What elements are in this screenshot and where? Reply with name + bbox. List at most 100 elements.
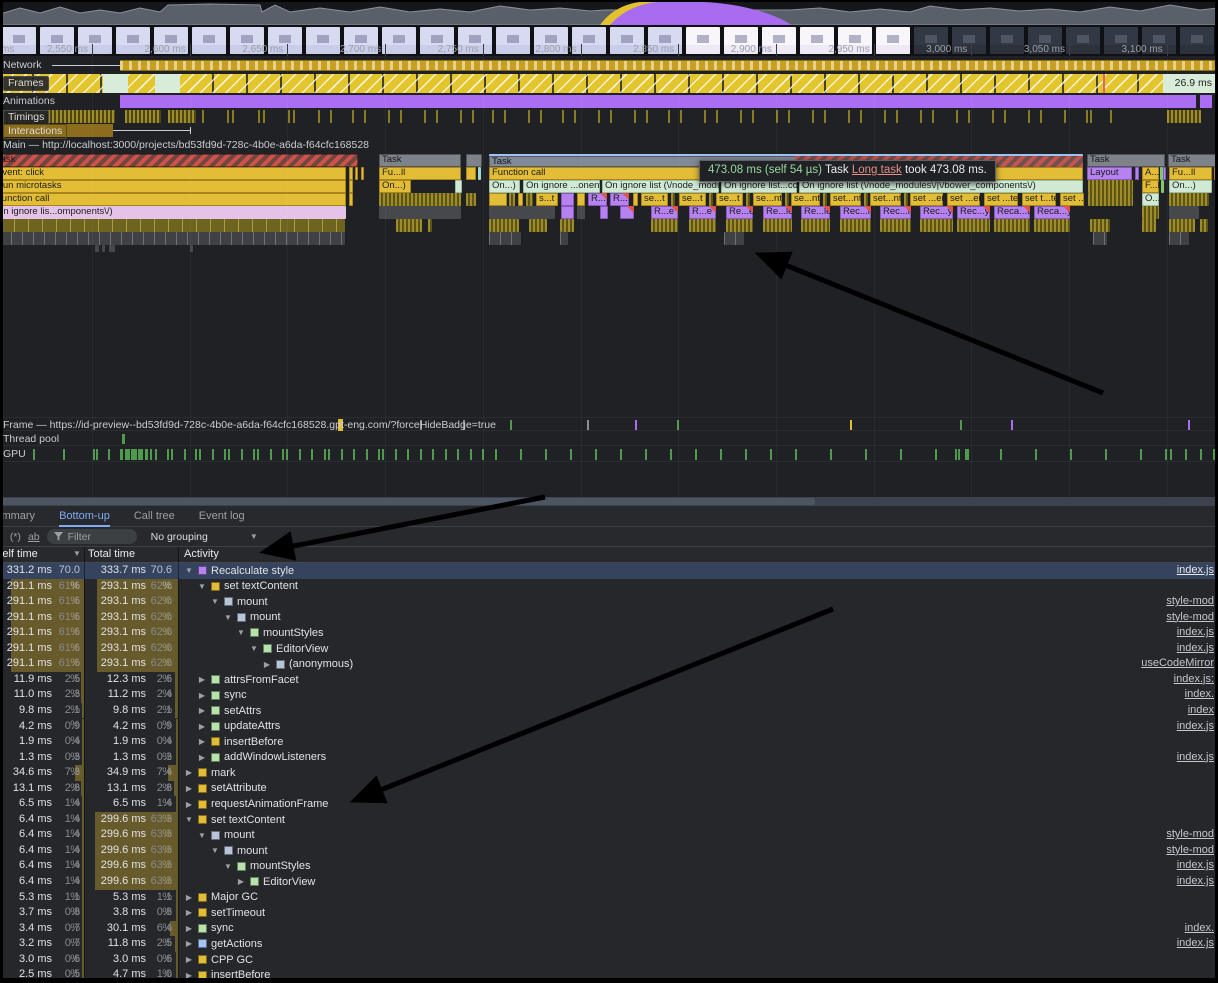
table-row[interactable]: 291.1 ms61.6 %293.1 ms62.0 %▼EditorViewi…: [0, 641, 1218, 657]
tab-summary[interactable]: Summary: [0, 506, 35, 527]
chevron-down-icon[interactable]: ▼: [250, 532, 258, 541]
expand-icon[interactable]: ▶: [197, 722, 207, 731]
flame-event-sliver[interactable]: [560, 219, 574, 232]
flame-event-sliver[interactable]: [1142, 206, 1159, 219]
flame-event[interactable]: Rec...yle: [920, 206, 953, 219]
activity-label[interactable]: insertBefore: [224, 736, 283, 748]
flame-event-sliver[interactable]: [880, 219, 911, 232]
flame-event-sliver[interactable]: [1169, 193, 1209, 206]
table-row[interactable]: 5.3 ms1.1 %5.3 ms1.1 %▶Major GC: [0, 890, 1218, 906]
regex-icon[interactable]: (*): [10, 531, 21, 543]
source-location-link[interactable]: index.js: [1177, 874, 1214, 890]
source-location-link[interactable]: style-mod: [1166, 843, 1214, 859]
activity-cell[interactable]: ▼mount: [210, 843, 268, 859]
flame-event-sliver[interactable]: [95, 245, 99, 252]
flame-event-sliver[interactable]: [1200, 219, 1208, 232]
activity-cell[interactable]: ▼mountStyles: [236, 625, 324, 641]
flame-event[interactable]: s...t: [536, 193, 558, 206]
table-row[interactable]: 6.4 ms1.4 %299.6 ms63.3 %▼set textConten…: [0, 812, 1218, 828]
flame-event[interactable]: set ...tent: [1060, 193, 1084, 206]
flame-event[interactable]: On...): [489, 180, 520, 193]
flame-event[interactable]: Rec...le: [840, 206, 871, 219]
activity-label[interactable]: EditorView: [263, 876, 315, 888]
flame-event-sliver[interactable]: [724, 232, 744, 245]
flame-event-sliver[interactable]: [801, 219, 830, 232]
flame-event[interactable]: se...nt: [791, 193, 820, 206]
activity-cell[interactable]: ▼mount: [210, 594, 268, 610]
flame-event-sliver[interactable]: [379, 193, 461, 206]
tab-event-log[interactable]: Event log: [199, 506, 245, 527]
flame-event[interactable]: Layout: [1087, 167, 1132, 180]
activity-cell[interactable]: ▼Recalculate style: [184, 563, 294, 579]
expand-icon[interactable]: ▶: [184, 908, 194, 917]
activity-cell[interactable]: ▶(anonymous): [262, 656, 353, 672]
flame-event[interactable]: se...t: [641, 193, 668, 206]
table-row[interactable]: 6.4 ms1.4 %299.6 ms63.3 %▶EditorViewinde…: [0, 874, 1218, 890]
flame-event[interactable]: On ignore lis...omponents\/): [0, 206, 346, 219]
flame-event-sliver[interactable]: [478, 167, 481, 180]
flame-event-sliver[interactable]: [763, 219, 792, 232]
activity-label[interactable]: setAttribute: [211, 782, 267, 794]
flame-event[interactable]: Run microtasks: [0, 180, 346, 193]
flame-event[interactable]: R...: [610, 193, 629, 206]
flame-event[interactable]: set ...tent: [984, 193, 1018, 206]
flame-event-sliver[interactable]: [396, 219, 422, 232]
flame-event[interactable]: Fu...ll: [379, 167, 461, 180]
collapse-icon[interactable]: ▼: [236, 628, 246, 637]
activity-label[interactable]: mount: [237, 845, 268, 857]
activity-cell[interactable]: ▶mark: [184, 765, 235, 781]
table-row[interactable]: 3.4 ms0.7 %30.1 ms6.4 %▶syncindex.: [0, 921, 1218, 937]
activity-cell[interactable]: ▼mountStyles: [223, 858, 311, 874]
flame-event-sliver[interactable]: [428, 219, 432, 232]
table-row[interactable]: 1.9 ms0.4 %1.9 ms0.4 %▶insertBefore: [0, 734, 1218, 750]
flame-event-sliver[interactable]: [746, 193, 750, 206]
expand-icon[interactable]: ▶: [197, 737, 207, 746]
activity-cell[interactable]: ▶sync: [197, 687, 247, 703]
expand-icon[interactable]: ▶: [262, 660, 272, 669]
source-location-link[interactable]: index.js: [1177, 858, 1214, 874]
activity-cell[interactable]: ▶ insertBefore: [197, 734, 283, 750]
flame-event[interactable]: Task: [1168, 154, 1218, 167]
long-task-link[interactable]: Long task: [852, 164, 902, 176]
flame-event[interactable]: On...): [379, 180, 411, 193]
table-row[interactable]: 4.2 ms0.9 %4.2 ms0.9 %▶updateAttrsindex.…: [0, 719, 1218, 735]
source-location-link[interactable]: style-mod: [1166, 827, 1214, 843]
expand-icon[interactable]: ▶: [184, 800, 194, 809]
flame-event-sliver[interactable]: [1169, 219, 1195, 232]
activity-cell[interactable]: ▶ requestAnimationFrame: [184, 796, 328, 812]
flame-event[interactable]: set...nt: [870, 193, 901, 206]
flame-event-sliver[interactable]: [920, 219, 953, 232]
flame-event-sliver[interactable]: [1093, 232, 1107, 245]
filter-input[interactable]: Filter: [47, 529, 137, 544]
activity-cell[interactable]: ▼mount: [197, 827, 255, 843]
flame-event-sliver[interactable]: [361, 167, 364, 180]
flame-event[interactable]: Rec...yle: [957, 206, 990, 219]
flame-event-sliver[interactable]: [823, 193, 827, 206]
flame-event-sliver[interactable]: [518, 193, 523, 206]
thread-pool-track[interactable]: Thread pool: [0, 432, 1218, 446]
flame-event-sliver[interactable]: [466, 154, 482, 167]
frame-url-label[interactable]: Frame — https://id-preview--bd53fd9d-728…: [3, 419, 496, 432]
source-location-link[interactable]: index.js: [1177, 936, 1214, 952]
flame-event[interactable]: Reca...tyle: [994, 206, 1030, 219]
table-row[interactable]: 3.7 ms0.8 %3.8 ms0.8 %▶setTimeout: [0, 905, 1218, 921]
source-location-link[interactable]: style-mod: [1166, 594, 1214, 610]
collapse-icon[interactable]: ▼: [184, 815, 194, 824]
activity-label[interactable]: requestAnimationFrame: [211, 798, 328, 810]
flame-event-sliver[interactable]: [561, 206, 574, 219]
flame-event[interactable]: Task: [1087, 154, 1165, 167]
table-row[interactable]: 291.1 ms61.6 %293.1 ms62.0 %▶(anonymous)…: [0, 656, 1218, 672]
flame-event-sliver[interactable]: [785, 193, 789, 206]
activity-label[interactable]: mark: [211, 767, 235, 779]
source-location-link[interactable]: index.js: [1177, 641, 1214, 657]
activity-cell[interactable]: ▶updateAttrs: [197, 719, 280, 735]
flame-event[interactable]: On...): [1169, 180, 1212, 193]
frame-track[interactable]: Frame — https://id-preview--bd53fd9d-728…: [0, 417, 1218, 431]
expand-icon[interactable]: ▶: [197, 753, 207, 762]
activity-cell[interactable]: ▶getActions: [184, 936, 262, 952]
source-location-link[interactable]: index: [1188, 703, 1214, 719]
flame-event[interactable]: R...: [588, 193, 607, 206]
gpu-label[interactable]: GPU: [3, 448, 26, 461]
table-row[interactable]: 3.0 ms0.6 %3.0 ms0.6 %▶CPP GC: [0, 952, 1218, 968]
activity-cell[interactable]: ▶setAttrs: [197, 703, 261, 719]
